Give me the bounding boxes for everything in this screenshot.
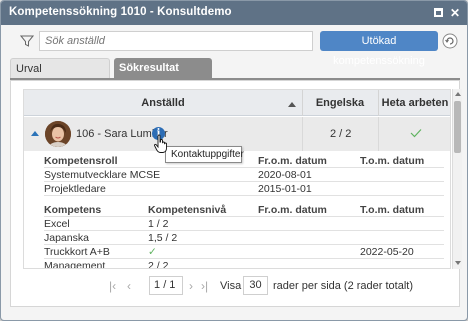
competence-name: Excel — [44, 218, 70, 230]
next-page-icon[interactable]: › — [189, 279, 193, 293]
refresh-icon[interactable] — [442, 33, 458, 49]
competence-level: 1,5 / 2 — [148, 232, 178, 244]
close-icon[interactable]: ✕ — [448, 6, 462, 20]
sort-ascending-icon[interactable] — [288, 102, 296, 107]
extended-competence-search-button[interactable]: Utökad kompetenssökning — [320, 31, 438, 67]
competence-to-date: 2022-05-20 — [360, 246, 414, 258]
list-item: Japanska 1,5 / 2 — [44, 231, 444, 245]
list-item: Truckkort A+B ✓ 2022-05-20 — [44, 245, 444, 259]
competences-header-row: Kompetens Kompetensnivå Fr.o.m. datum T.… — [44, 203, 444, 217]
scroll-up-icon[interactable] — [455, 92, 461, 96]
list-item: Excel 1 / 2 — [44, 217, 444, 231]
results-panel: Anställd Engelska Heta arbeten 106 - Sar… — [10, 80, 462, 307]
tab-urval[interactable]: Urval — [10, 58, 110, 78]
filter-icon[interactable] — [20, 34, 34, 48]
engelska-score: 2 / 2 — [330, 128, 352, 140]
window-title: Kompetenssökning 1010 - Konsultdemo — [9, 6, 232, 18]
header-kompetens: Kompetens — [44, 204, 102, 216]
header-from-date: Fr.o.m. datum — [258, 204, 327, 216]
list-item: Management 2 / 2 — [44, 259, 444, 269]
header-to-date: T.o.m. datum — [360, 204, 425, 216]
check-icon: ✓ — [148, 246, 157, 258]
contact-info-tooltip: Kontaktuppgifter — [165, 146, 244, 163]
results-grid: Anställd Engelska Heta arbeten 106 - Sar… — [23, 89, 451, 269]
competence-name: Japanska — [44, 232, 89, 244]
header-to-date: T.o.m. datum — [360, 155, 425, 167]
first-page-icon[interactable]: |‹ — [109, 279, 116, 293]
tab-sokresultat[interactable]: Sökresultat — [114, 58, 212, 78]
column-header-heta-arbeten[interactable]: Heta arbeten — [378, 97, 450, 109]
collapse-row-icon[interactable] — [31, 131, 39, 136]
header-from-date: Fr.o.m. datum — [258, 155, 327, 167]
column-header-engelska[interactable]: Engelska — [302, 97, 378, 109]
competence-level: 1 / 2 — [148, 218, 169, 230]
competence-search-window: Kompetenssökning 1010 - Konsultdemo ✕ Ut… — [0, 0, 468, 321]
title-bar: Kompetenssökning 1010 - Konsultdemo ✕ — [1, 1, 467, 25]
header-kompetensniva: Kompetensnivå — [148, 204, 227, 216]
check-icon — [410, 129, 422, 138]
competence-level: 2 / 2 — [148, 260, 169, 269]
page-number-input[interactable]: 1 / 1 — [149, 276, 183, 295]
role-from-date: 2020-08-01 — [258, 169, 312, 181]
scroll-thumb[interactable] — [454, 101, 461, 153]
last-page-icon[interactable]: ›| — [201, 279, 208, 293]
column-header-anstalld[interactable]: Anställd — [24, 97, 302, 109]
prev-page-icon[interactable]: ‹ — [127, 279, 131, 293]
competence-name: Management — [44, 260, 106, 269]
rows-per-page-label: rader per sida (2 rader totalt) — [273, 280, 414, 292]
header-kompetensroll: Kompetensroll — [44, 155, 118, 167]
list-item: Systemutvecklare MCSE 2020-08-01 — [44, 168, 444, 182]
avatar — [45, 121, 71, 147]
list-item: Projektledare 2015-01-01 — [44, 182, 444, 196]
grid-header: Anställd Engelska Heta arbeten — [24, 90, 450, 116]
hand-cursor-icon — [154, 134, 167, 153]
vertical-scrollbar[interactable] — [452, 89, 462, 269]
rows-per-page-input[interactable]: 30 — [243, 276, 268, 295]
employee-search-input[interactable] — [39, 31, 313, 51]
role-from-date: 2015-01-01 — [258, 183, 312, 195]
role-name: Projektledare — [44, 183, 106, 195]
show-label: Visa — [220, 280, 242, 292]
role-name: Systemutvecklare MCSE — [44, 169, 161, 181]
maximize-icon[interactable] — [431, 6, 445, 20]
competence-name: Truckkort A+B — [44, 246, 110, 258]
pagination-bar: |‹ ‹ 1 / 1 › ›| Visa 30 rader per sida (… — [11, 275, 461, 297]
tab-bar: Urval Sökresultat — [10, 58, 460, 78]
roles-header-row: Kompetensroll Fr.o.m. datum T.o.m. datum — [44, 154, 444, 168]
scroll-down-icon[interactable] — [455, 261, 461, 265]
